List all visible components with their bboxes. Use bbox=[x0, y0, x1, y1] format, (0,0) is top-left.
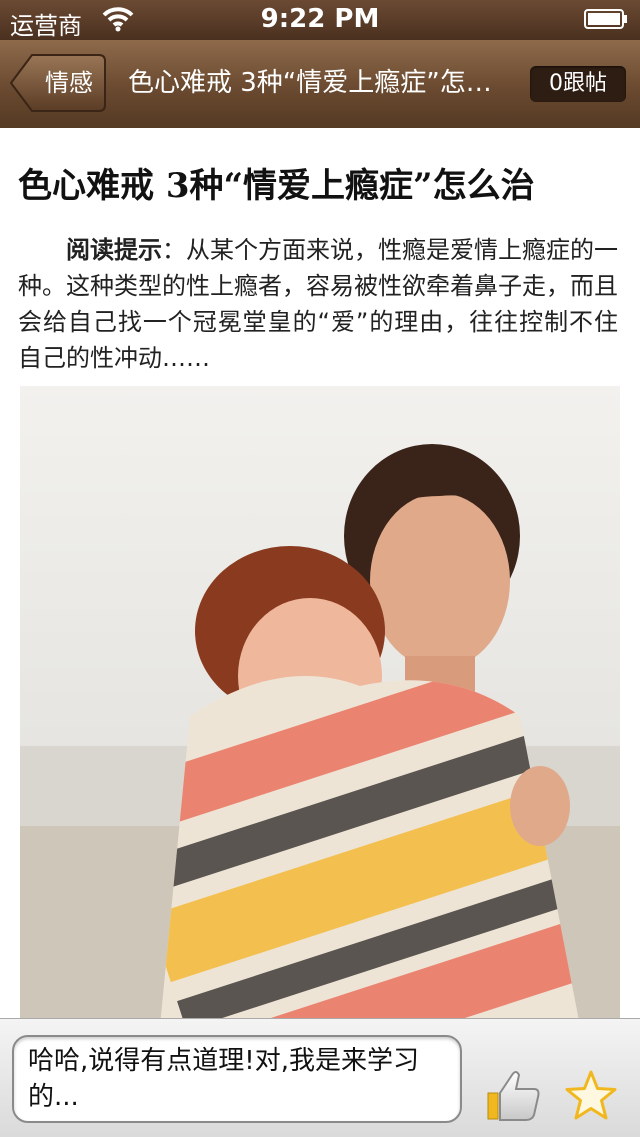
article-summary: 阅读提示：从某个方面来说，性瘾是爱情上瘾症的一种。这种类型的性上瘾者，容易被性欲… bbox=[18, 232, 618, 376]
comment-input[interactable]: 哈哈,说得有点道理!对,我是来学习的... bbox=[12, 1035, 462, 1123]
summary-label: 阅读提示 bbox=[66, 236, 162, 264]
article-photo bbox=[20, 386, 620, 1018]
thumbs-up-icon[interactable] bbox=[486, 1067, 542, 1123]
reply-count-button[interactable]: 0跟帖 bbox=[530, 66, 626, 102]
star-icon[interactable] bbox=[564, 1069, 618, 1123]
back-button[interactable]: 情感 bbox=[10, 54, 106, 112]
article-content: 色心难戒 3种“情爱上瘾症”怎么治 阅读提示：从某个方面来说，性瘾是爱情上瘾症的… bbox=[0, 128, 640, 1018]
article-title: 色心难戒 3种“情爱上瘾症”怎么治 bbox=[18, 166, 535, 206]
nav-title: 色心难戒 3种“情爱上瘾症”怎么治 bbox=[128, 68, 508, 98]
battery-icon bbox=[584, 9, 627, 29]
comment-bar: 哈哈,说得有点道理!对,我是来学习的... bbox=[0, 1018, 640, 1137]
couple-photo-illustration bbox=[20, 386, 620, 1018]
navigation-bar: 情感 色心难戒 3种“情爱上瘾症”怎么治 0跟帖 bbox=[0, 40, 640, 129]
status-bar: 运营商 9:22 PM bbox=[0, 0, 640, 40]
status-time: 9:22 PM bbox=[260, 4, 380, 34]
back-button-label: 情感 bbox=[45, 69, 93, 97]
